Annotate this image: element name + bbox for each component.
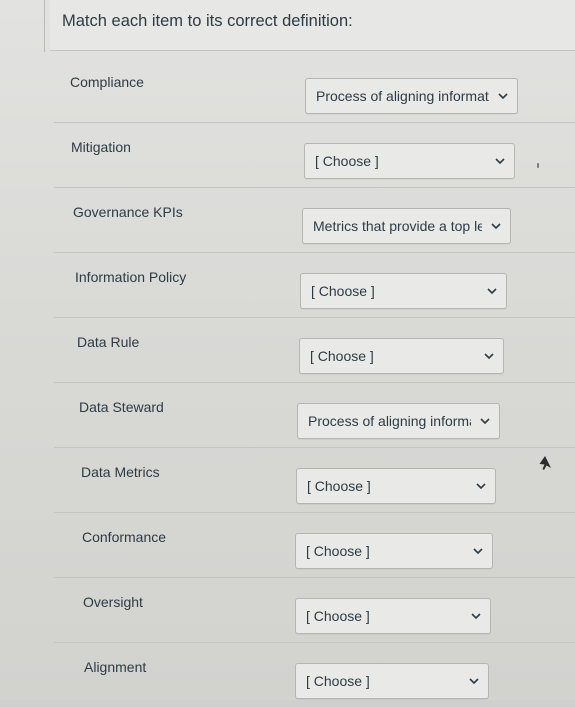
chevron-down-icon: [498, 92, 508, 100]
term-label: Information Policy: [75, 269, 187, 285]
select-value: [ Choose ]: [306, 543, 370, 559]
match-row: Governance KPIs Metrics that provide a t…: [54, 187, 575, 252]
select-value: [ Choose ]: [307, 478, 371, 494]
match-row: Data Steward Process of aligning informa…: [54, 382, 575, 447]
term-label: Data Rule: [77, 334, 140, 350]
select-value: Process of aligning informati: [308, 413, 471, 429]
mouse-cursor-icon: [538, 455, 552, 471]
chevron-down-icon: [495, 157, 505, 165]
chevron-down-icon: [473, 547, 483, 555]
chevron-down-icon: [484, 352, 494, 360]
chevron-down-icon: [471, 612, 481, 620]
definition-select[interactable]: [ Choose ]: [295, 598, 491, 634]
definition-select[interactable]: [ Choose ]: [299, 338, 504, 374]
select-value: [ Choose ]: [306, 608, 370, 624]
chevron-down-icon: [491, 222, 501, 230]
select-value: [ Choose ]: [306, 673, 370, 689]
match-row: Data Metrics [ Choose ]: [54, 447, 575, 512]
definition-select[interactable]: [ Choose ]: [300, 273, 507, 309]
definition-select[interactable]: [ Choose ]: [295, 533, 493, 569]
term-label: Alignment: [84, 659, 147, 675]
term-label: Governance KPIs: [73, 204, 183, 220]
definition-select[interactable]: Process of aligning informati: [305, 78, 518, 114]
match-row: Data Rule [ Choose ]: [54, 317, 575, 382]
definition-select[interactable]: [ Choose ]: [304, 143, 515, 179]
definition-select[interactable]: Metrics that provide a top le: [302, 208, 511, 244]
select-value: Metrics that provide a top le: [313, 218, 482, 234]
term-label: Oversight: [83, 594, 143, 610]
chevron-down-icon: [487, 287, 497, 295]
definition-select[interactable]: [ Choose ]: [295, 663, 489, 699]
select-value: Process of aligning informati: [316, 88, 489, 104]
term-label: Conformance: [82, 529, 167, 545]
matching-list: Compliance Process of aligning informati…: [54, 58, 575, 707]
match-row: Oversight [ Choose ]: [54, 577, 575, 642]
page-divider: [44, 0, 45, 52]
definition-select[interactable]: Process of aligning informati: [297, 403, 500, 439]
quiz-page: Match each item to its correct definitio…: [0, 0, 575, 700]
match-row: Information Policy [ Choose ]: [54, 252, 575, 317]
term-label: Compliance: [70, 74, 144, 90]
match-row: Conformance [ Choose ]: [54, 512, 575, 577]
match-row: Compliance Process of aligning informati: [54, 58, 575, 122]
term-label: Data Metrics: [81, 464, 160, 480]
chevron-down-icon: [476, 482, 486, 490]
select-value: [ Choose ]: [315, 153, 379, 169]
question-prompt: Match each item to its correct definitio…: [62, 12, 353, 30]
definition-select[interactable]: [ Choose ]: [296, 468, 496, 504]
select-value: [ Choose ]: [310, 348, 374, 364]
select-value: [ Choose ]: [311, 283, 375, 299]
match-row: Mitigation [ Choose ]: [54, 122, 575, 187]
match-row: Alignment [ Choose ]: [54, 642, 575, 707]
term-label: Data Steward: [79, 399, 164, 415]
stray-mark: [537, 163, 539, 168]
term-label: Mitigation: [71, 139, 131, 155]
chevron-down-icon: [480, 417, 490, 425]
chevron-down-icon: [469, 677, 479, 685]
